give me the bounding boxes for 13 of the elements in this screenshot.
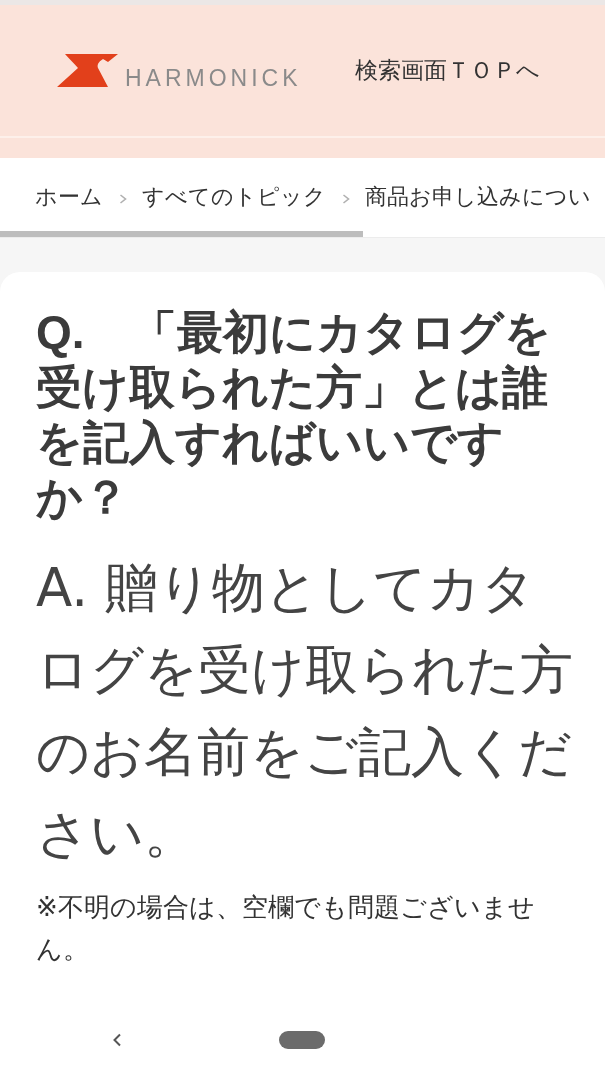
back-icon[interactable] [112, 1033, 122, 1047]
breadcrumb-link[interactable]: ホーム [35, 184, 103, 211]
home-handle[interactable] [279, 1031, 325, 1049]
top-link[interactable]: 検索画面ＴＯＰへ [355, 56, 540, 85]
chevron-icon [119, 193, 127, 204]
answer-text: A. 贈り物としてカタログを受け取られた方のお名前をご記入ください。 [36, 556, 574, 866]
logo-icon [57, 54, 118, 87]
breadcrumb-link[interactable]: すべてのトピック [142, 184, 326, 211]
note-text: ※不明の場合は、空欄でも問題ございません。 [36, 891, 536, 966]
question-text: Q. 「最初にカタログを受け取られた方」とは誰を記入すればいいですか？ [36, 305, 552, 525]
logo-text: HARMONICK [125, 70, 302, 87]
breadcrumb-link[interactable]: 商品お申し込みについ [365, 184, 591, 211]
chevron-icon [342, 193, 350, 204]
